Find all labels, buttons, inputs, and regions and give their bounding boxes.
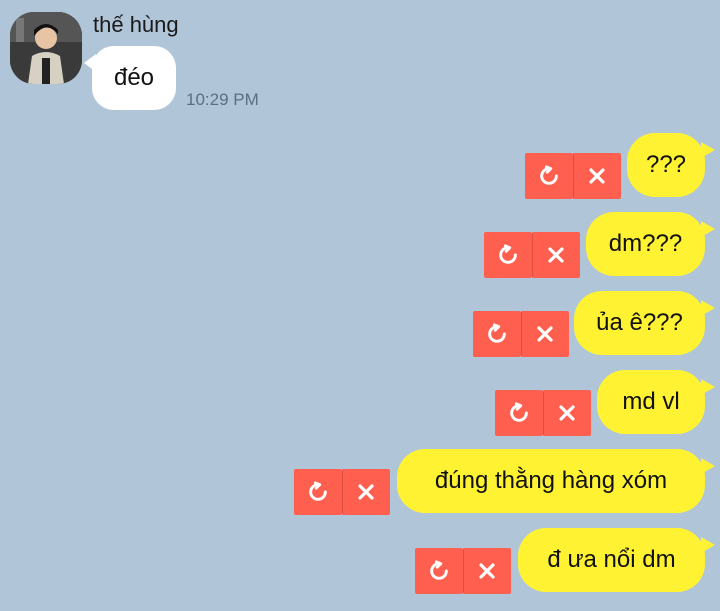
delete-button[interactable] [531, 232, 580, 278]
retry-icon [487, 323, 506, 343]
outgoing-message-text: ủa ê??? [596, 309, 683, 336]
retry-icon [429, 560, 448, 580]
delete-button[interactable] [341, 469, 390, 515]
outgoing-message-bubble[interactable]: đúng thằng hàng xóm [397, 449, 715, 513]
outgoing-message-text: dm??? [608, 230, 683, 257]
outgoing-message-bubble[interactable]: md vl [597, 370, 715, 434]
close-icon [358, 484, 374, 500]
failed-message-actions [495, 390, 591, 436]
close-icon [537, 326, 553, 342]
resend-button[interactable] [294, 469, 342, 515]
avatar-photo [10, 12, 82, 84]
outgoing-message-text: đ ưa nổi dm [547, 546, 676, 573]
outgoing-message-bubble[interactable]: đ ưa nổi dm [518, 528, 715, 592]
failed-message-actions [294, 469, 390, 515]
resend-button[interactable] [415, 548, 463, 594]
retry-icon [509, 402, 528, 422]
close-icon [589, 168, 605, 184]
outgoing-message-bubble[interactable]: ủa ê??? [574, 291, 715, 355]
resend-button[interactable] [484, 232, 532, 278]
failed-message-actions [484, 232, 580, 278]
outgoing-message-text: đúng thằng hàng xóm [434, 467, 668, 494]
delete-button[interactable] [462, 548, 511, 594]
outgoing-message-bubble[interactable]: dm??? [586, 212, 715, 276]
close-icon [479, 563, 495, 579]
outgoing-message-text: md vl [622, 388, 680, 415]
retry-icon [498, 244, 517, 264]
retry-icon [539, 165, 558, 185]
incoming-message-bubble[interactable]: đéo [84, 46, 176, 110]
delete-button[interactable] [520, 311, 569, 357]
failed-message-actions [415, 548, 511, 594]
failed-message-actions [525, 153, 621, 199]
failed-message-actions [473, 311, 569, 357]
sender-name: thế hùng [93, 12, 179, 37]
resend-button[interactable] [525, 153, 573, 199]
outgoing-message-text: ??? [645, 151, 687, 178]
outgoing-message-bubble[interactable]: ??? [627, 133, 715, 197]
delete-button[interactable] [542, 390, 591, 436]
delete-button[interactable] [572, 153, 621, 199]
incoming-message-text: đéo [113, 64, 155, 91]
retry-icon [308, 481, 327, 501]
message-timestamp: 10:29 PM [186, 90, 259, 109]
close-icon [548, 247, 564, 263]
close-icon [559, 405, 575, 421]
resend-button[interactable] [473, 311, 521, 357]
avatar[interactable] [10, 12, 82, 84]
resend-button[interactable] [495, 390, 543, 436]
